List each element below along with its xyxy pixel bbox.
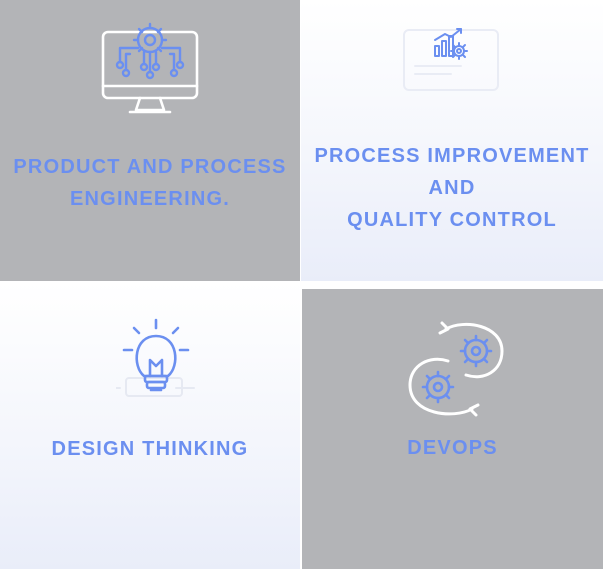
lightbulb-icon	[116, 318, 195, 397]
card-title: DEVOPS	[407, 437, 498, 459]
service-card-product-process-engineering[interactable]: PRODUCT AND PROCESS ENGINEERING.	[0, 0, 300, 281]
card-title: DESIGN THINKING	[51, 438, 249, 460]
card-title: PROCESS IMPROVEMENT AND QUALITY CONTROL	[314, 145, 590, 231]
service-card-devops[interactable]: DEVOPS	[302, 289, 603, 569]
card-title: PRODUCT AND PROCESS ENGINEERING.	[13, 156, 287, 210]
chart-gear-monitor-icon	[403, 28, 499, 91]
monitor-gear-circuit-icon	[101, 22, 199, 114]
service-card-design-thinking[interactable]: DESIGN THINKING	[0, 282, 300, 569]
service-card-process-improvement[interactable]: PROCESS IMPROVEMENT AND QUALITY CONTROL	[301, 0, 603, 281]
cycle-gears-icon	[408, 321, 504, 417]
